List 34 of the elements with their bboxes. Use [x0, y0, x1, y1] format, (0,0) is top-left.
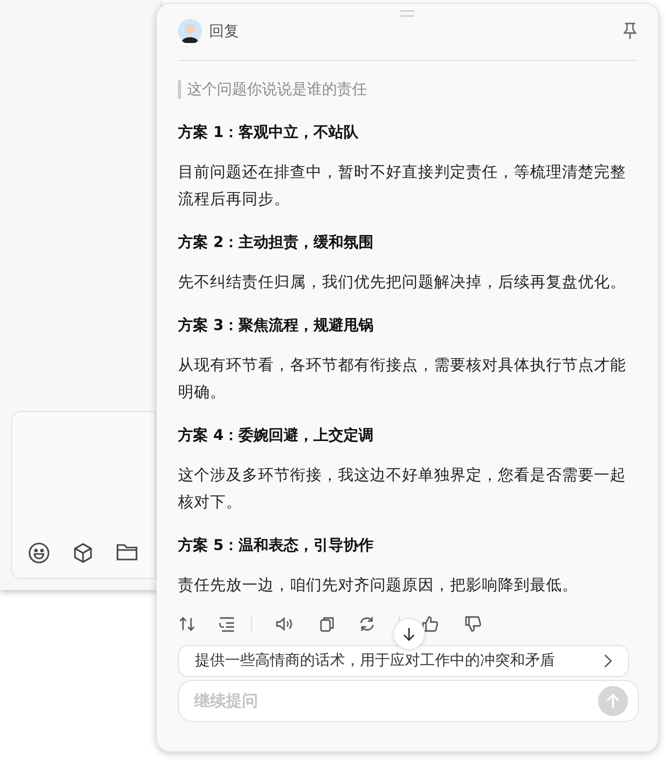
suggestion-text: 提供一些高情商的话术，用于应对工作中的冲突和矛盾 [195, 650, 555, 672]
panel-title: 回复 [209, 20, 239, 42]
section-heading: 方案 3：聚焦流程，规避甩锅 [178, 314, 375, 336]
thumbs-up-icon[interactable] [421, 614, 439, 632]
quoted-message: 这个问题你说说是谁的责任 [187, 79, 367, 100]
section-text: 先不纠结责任归属，我们优先把问题解决掉，后续再复盘优化。 [178, 272, 627, 292]
cube-icon[interactable] [72, 542, 94, 564]
section-heading: 方案 2：主动担责，缓和氛围 [178, 232, 375, 252]
section-text: 从现有环节看，各环节都有衔接点，需要核对具体执行节点才能明确。 [178, 354, 627, 402]
thumbs-down-icon[interactable] [464, 614, 482, 632]
drag-handle-icon[interactable] [400, 10, 414, 17]
section-text: 这个涉及多环节衔接，我这边不好单独界定，您看是否需要一起核对下。 [178, 464, 627, 512]
pin-icon[interactable] [623, 22, 637, 40]
message-input[interactable] [11, 411, 156, 579]
section-heading: 方案 4：委婉回避，上交定调 [178, 424, 375, 446]
emoji-icon[interactable] [28, 542, 50, 564]
follow-up-input[interactable]: 继续提问 [178, 680, 639, 722]
avatar-icon [178, 19, 202, 43]
section-heading: 方案 5：温和表态，引导协作 [178, 534, 375, 556]
scroll-down-button[interactable] [393, 618, 425, 650]
arrow-down-icon [403, 627, 415, 641]
arrow-up-icon [606, 692, 620, 708]
sort-icon[interactable] [178, 614, 196, 632]
refresh-icon[interactable] [358, 614, 376, 632]
section-heading: 方案 1：客观中立，不站队 [178, 122, 360, 142]
speaker-icon[interactable] [275, 614, 293, 632]
copy-icon[interactable] [318, 614, 336, 632]
list-icon[interactable] [218, 614, 236, 632]
folder-icon[interactable] [116, 542, 138, 562]
section-text: 目前问题还在排查中，暂时不好直接判定责任，等梳理清楚完整流程后再同步。 [178, 162, 627, 210]
chevron-right-icon [604, 654, 612, 668]
section-text: 责任先放一边，咱们先对齐问题原因，把影响降到最低。 [178, 574, 579, 596]
suggestion-chip[interactable]: 提供一些高情商的话术，用于应对工作中的冲突和矛盾 [178, 644, 629, 676]
input-text: 继续提问 [194, 686, 598, 714]
